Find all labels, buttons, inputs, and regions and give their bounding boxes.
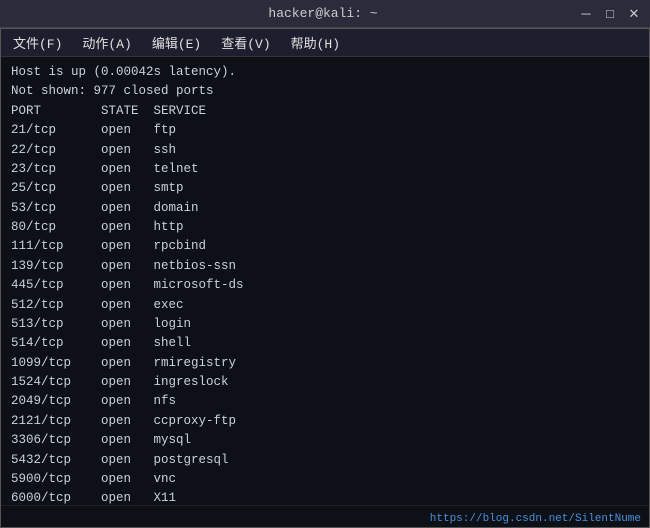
terminal-line: 5900/tcp open vnc: [11, 470, 639, 489]
terminal-line: 53/tcp open domain: [11, 199, 639, 218]
footer: https://blog.csdn.net/SilentNume: [1, 505, 649, 527]
terminal-line: 21/tcp open ftp: [11, 121, 639, 140]
terminal-line: 5432/tcp open postgresql: [11, 451, 639, 470]
terminal-line: 1099/tcp open rmiregistry: [11, 354, 639, 373]
terminal-line: 1524/tcp open ingreslock: [11, 373, 639, 392]
terminal-line: 2121/tcp open ccproxy-ftp: [11, 412, 639, 431]
menu-action[interactable]: 动作(A): [78, 31, 135, 54]
terminal-line: 513/tcp open login: [11, 315, 639, 334]
terminal-line: 2049/tcp open nfs: [11, 392, 639, 411]
terminal-line: 22/tcp open ssh: [11, 141, 639, 160]
terminal-line: 514/tcp open shell: [11, 334, 639, 353]
close-button[interactable]: ✕: [626, 6, 642, 22]
terminal-window: 文件(F) 动作(A) 编辑(E) 查看(V) 帮助(H) Host is up…: [0, 28, 650, 528]
terminal-output: Host is up (0.00042s latency).Not shown:…: [1, 57, 649, 505]
menu-file[interactable]: 文件(F): [9, 31, 66, 54]
menu-bar: 文件(F) 动作(A) 编辑(E) 查看(V) 帮助(H): [1, 29, 649, 57]
terminal-line: 6000/tcp open X11: [11, 489, 639, 505]
terminal-line: PORT STATE SERVICE: [11, 102, 639, 121]
menu-edit[interactable]: 编辑(E): [148, 31, 205, 54]
terminal-line: 111/tcp open rpcbind: [11, 237, 639, 256]
footer-link[interactable]: https://blog.csdn.net/SilentNume: [430, 513, 641, 525]
title-bar: hacker@kali: ~ ─ □ ✕: [0, 0, 650, 28]
title-bar-title: hacker@kali: ~: [68, 6, 578, 21]
terminal-line: 512/tcp open exec: [11, 296, 639, 315]
terminal-line: Host is up (0.00042s latency).: [11, 63, 639, 82]
terminal-line: 445/tcp open microsoft-ds: [11, 276, 639, 295]
terminal-line: 25/tcp open smtp: [11, 179, 639, 198]
terminal-line: 139/tcp open netbios-ssn: [11, 257, 639, 276]
terminal-line: Not shown: 977 closed ports: [11, 82, 639, 101]
title-bar-controls: ─ □ ✕: [578, 6, 642, 22]
terminal-line: 23/tcp open telnet: [11, 160, 639, 179]
menu-help[interactable]: 帮助(H): [287, 31, 344, 54]
maximize-button[interactable]: □: [602, 6, 618, 22]
terminal-line: 3306/tcp open mysql: [11, 431, 639, 450]
menu-view[interactable]: 查看(V): [217, 31, 274, 54]
minimize-button[interactable]: ─: [578, 6, 594, 22]
terminal-line: 80/tcp open http: [11, 218, 639, 237]
